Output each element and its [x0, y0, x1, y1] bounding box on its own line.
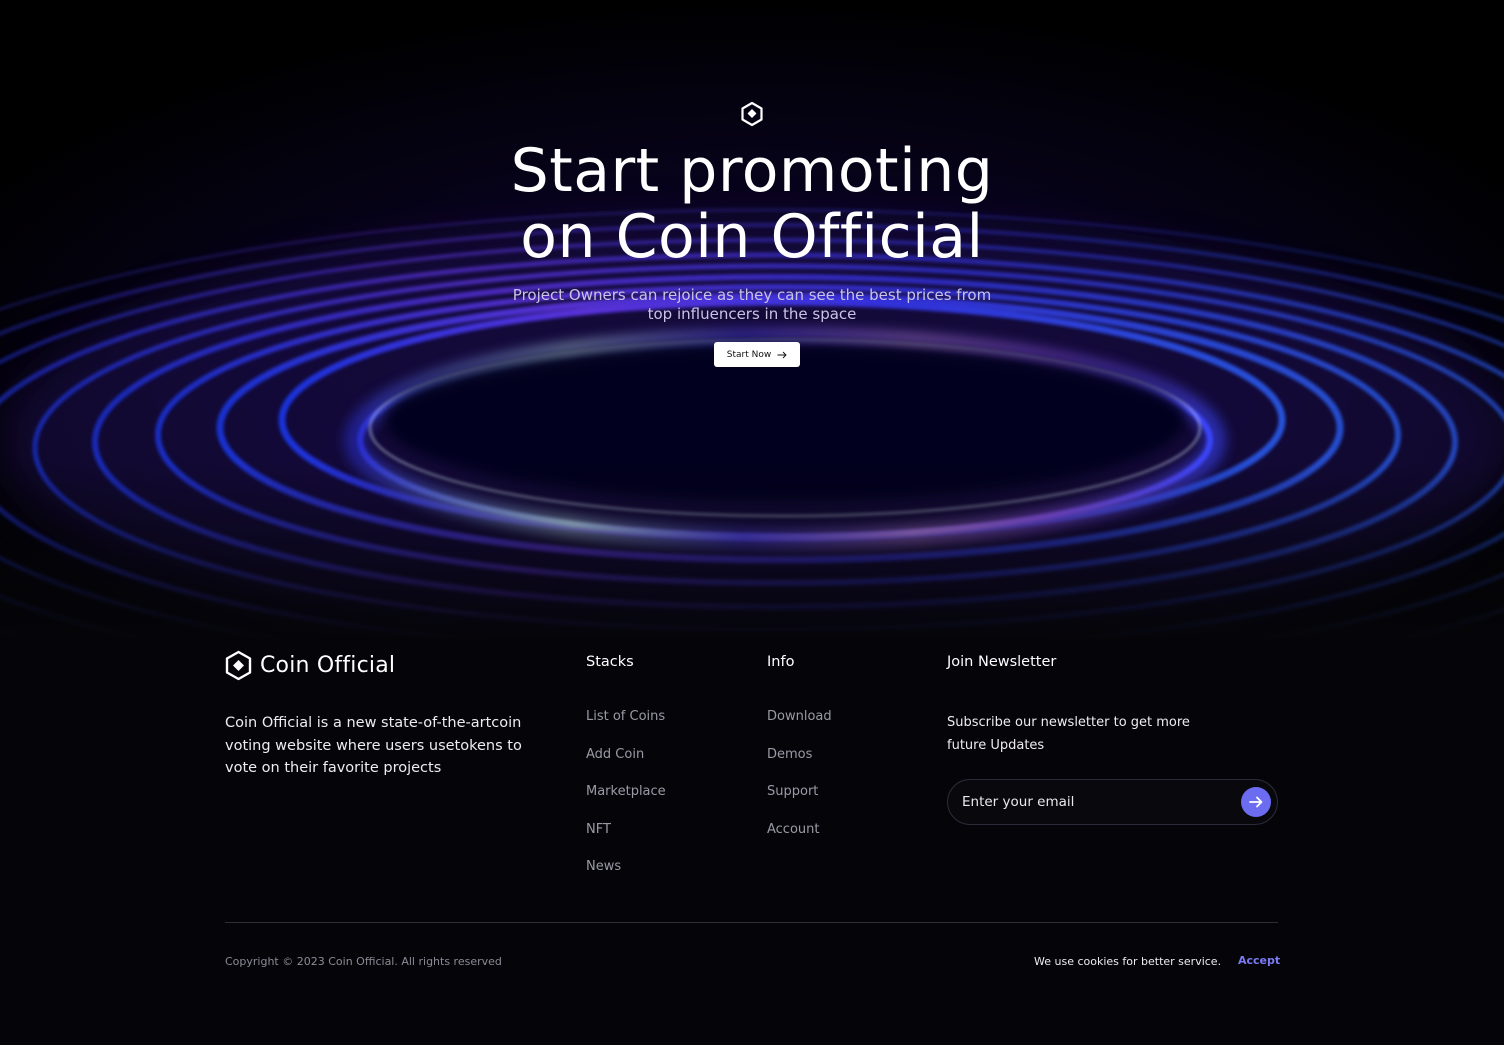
hexagon-coin-icon: [225, 650, 252, 681]
hero-subtitle: Project Owners can rejoice as they can s…: [452, 286, 1052, 324]
hero-title-line2: on Coin Official: [520, 202, 984, 272]
link-marketplace[interactable]: Marketplace: [586, 784, 666, 822]
newsletter-title: Join Newsletter: [947, 654, 1057, 670]
hero-section: Start promoting on Coin Official Project…: [0, 0, 1504, 640]
link-add-coin[interactable]: Add Coin: [586, 747, 666, 785]
footer-brand[interactable]: Coin Official: [225, 650, 395, 681]
brand-name: Coin Official: [260, 653, 396, 678]
hero-subtitle-line1: Project Owners can rejoice as they can s…: [512, 286, 992, 304]
brand-description: Coin Official is a new state-of-the-artc…: [225, 715, 522, 776]
start-now-label: Start Now: [726, 349, 772, 360]
hexagon-coin-icon: [741, 101, 763, 127]
link-news[interactable]: News: [586, 859, 666, 897]
newsletter-form: [947, 779, 1278, 825]
stacks-column-title: Stacks: [586, 654, 634, 670]
email-input[interactable]: [962, 792, 1222, 812]
hero-title: Start promoting on Coin Official: [352, 138, 1152, 270]
copyright-text: Copyright © 2023 Coin Official. All righ…: [225, 955, 502, 968]
stacks-link-list: List of Coins Add Coin Marketplace NFT N…: [586, 709, 666, 897]
hero-title-line1: Start promoting: [510, 136, 994, 206]
link-support[interactable]: Support: [767, 784, 832, 822]
accept-cookies-link[interactable]: Accept: [1238, 954, 1280, 967]
link-account[interactable]: Account: [767, 822, 832, 860]
info-column-title: Info: [767, 654, 795, 670]
start-now-button[interactable]: Start Now: [714, 342, 800, 367]
link-download[interactable]: Download: [767, 709, 832, 747]
hero-subtitle-line2: top influencers in the space: [647, 305, 857, 323]
link-list-of-coins[interactable]: List of Coins: [586, 709, 666, 747]
link-nft[interactable]: NFT: [586, 822, 666, 860]
arrow-right-icon: [777, 351, 787, 358]
link-demos[interactable]: Demos: [767, 747, 832, 785]
footer-divider: [225, 922, 1278, 923]
arrow-right-icon: [1249, 796, 1263, 808]
info-link-list: Download Demos Support Account: [767, 709, 832, 859]
newsletter-text: Subscribe our newsletter to get more fut…: [947, 715, 1190, 753]
cookie-notice: We use cookies for better service.: [1034, 955, 1222, 968]
subscribe-button[interactable]: [1241, 787, 1271, 817]
